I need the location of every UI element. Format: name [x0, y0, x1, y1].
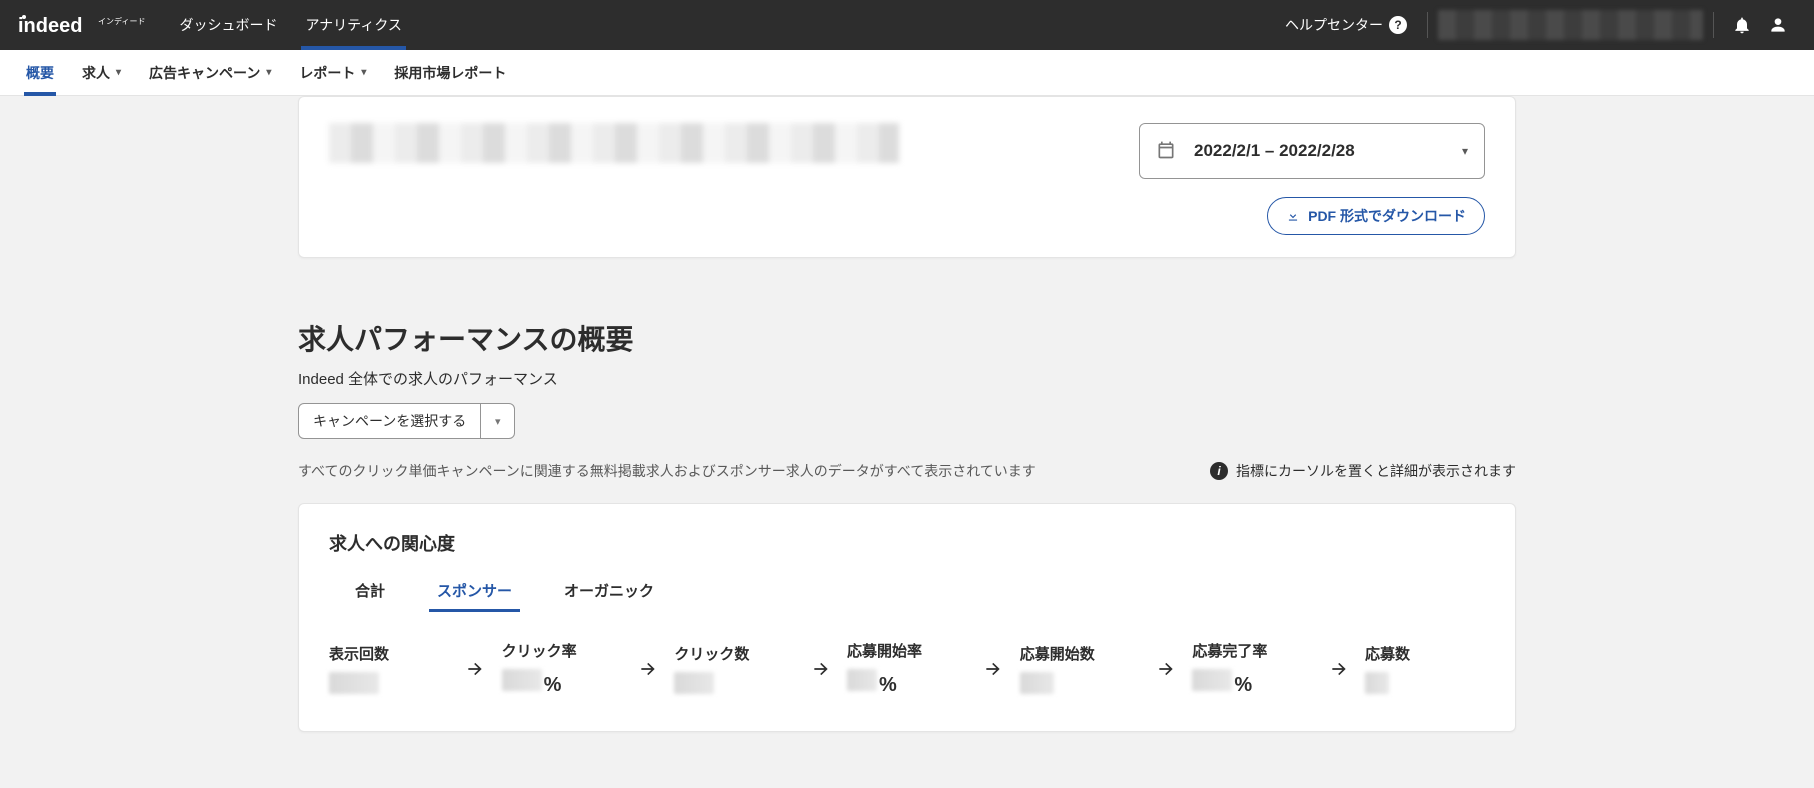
account-menu-button[interactable]: [1760, 7, 1796, 43]
arrow-right-icon: [1154, 654, 1179, 684]
notifications-button[interactable]: [1724, 7, 1760, 43]
download-pdf-label: PDF 形式でダウンロード: [1308, 206, 1466, 226]
bell-icon: [1732, 15, 1752, 35]
chevron-down-icon: ▾: [1462, 144, 1468, 158]
metric-ctr: クリック率 %: [502, 640, 622, 697]
person-icon: [1768, 15, 1788, 35]
campaign-select[interactable]: キャンペーンを選択する ▾: [298, 403, 515, 439]
arrow-right-icon: [981, 654, 1006, 684]
logo[interactable]: indeed インディード: [18, 14, 145, 36]
date-range-text: 2022/2/1 – 2022/2/28: [1194, 141, 1444, 161]
topnav-analytics[interactable]: アナリティクス: [291, 0, 415, 50]
info-icon: i: [1210, 462, 1228, 480]
date-range-picker[interactable]: 2022/2/1 – 2022/2/28 ▾: [1139, 123, 1485, 179]
job-interest-card: 求人への関心度 合計 スポンサー オーガニック 表示回数 クリック率 %: [298, 503, 1516, 732]
section-description: すべてのクリック単価キャンペーンに関連する無料掲載求人およびスポンサー求人のデー…: [298, 461, 1036, 481]
separator: [1713, 12, 1714, 38]
funnel-metrics: 表示回数 クリック率 % クリック数 応募開始率 %: [329, 640, 1485, 697]
metric-apply-start-rate: 応募開始率 %: [847, 640, 967, 697]
download-pdf-button[interactable]: PDF 形式でダウンロード: [1267, 197, 1485, 235]
separator: [1427, 12, 1428, 38]
tab-organic[interactable]: オーガニック: [538, 572, 680, 611]
chevron-down-icon: ▾: [480, 404, 514, 438]
section-subtitle: Indeed 全体での求人のパフォーマンス: [298, 368, 1516, 389]
help-center-label: ヘルプセンター: [1285, 15, 1383, 35]
page-header-card: 2022/2/1 – 2022/2/28 ▾ PDF 形式でダウンロード: [298, 96, 1516, 258]
arrow-right-icon: [463, 654, 488, 684]
svg-text:indeed: indeed: [18, 15, 82, 36]
account-name-redacted[interactable]: [1438, 10, 1703, 40]
metric-value-redacted: [1020, 672, 1054, 694]
tab-total[interactable]: 合計: [329, 572, 411, 611]
performance-section: 求人パフォーマンスの概要 Indeed 全体での求人のパフォーマンス キャンペー…: [298, 318, 1516, 732]
indeed-logo-icon: indeed: [18, 14, 96, 36]
metric-value-redacted: [1365, 672, 1389, 694]
help-center-link[interactable]: ヘルプセンター ?: [1275, 15, 1417, 35]
subnav-overview[interactable]: 概要: [12, 50, 68, 96]
top-nav: indeed インディード ダッシュボード アナリティクス ヘルプセンター ?: [0, 0, 1814, 50]
subnav-market-report[interactable]: 採用市場レポート: [380, 50, 520, 96]
arrow-right-icon: [1326, 654, 1351, 684]
metric-apply-complete-rate: 応募完了率 %: [1192, 640, 1312, 697]
sub-nav: 概要 求人▾ 広告キャンペーン▾ レポート▾ 採用市場レポート: [0, 50, 1814, 96]
topnav-dashboard[interactable]: ダッシュボード: [165, 0, 291, 50]
subnav-jobs[interactable]: 求人▾: [68, 50, 135, 96]
campaign-select-placeholder: キャンペーンを選択する: [299, 411, 480, 431]
section-title: 求人パフォーマンスの概要: [298, 318, 1516, 358]
arrow-right-icon: [808, 654, 833, 684]
page-title-redacted: [329, 123, 899, 163]
metric-clicks: クリック数: [674, 643, 794, 694]
tab-sponsored[interactable]: スポンサー: [411, 572, 538, 611]
metric-apply-starts: 応募開始数: [1020, 643, 1140, 694]
hover-hint-text: 指標にカーソルを置くと詳細が表示されます: [1236, 461, 1516, 481]
interest-card-title: 求人への関心度: [329, 530, 1485, 556]
chevron-down-icon: ▾: [116, 67, 121, 78]
hover-hint: i 指標にカーソルを置くと詳細が表示されます: [1210, 461, 1516, 481]
chevron-down-icon: ▾: [266, 67, 271, 78]
chevron-down-icon: ▾: [361, 67, 366, 78]
metric-impressions: 表示回数: [329, 643, 449, 694]
metric-value-redacted: [847, 669, 877, 691]
interest-tabs: 合計 スポンサー オーガニック: [329, 572, 1485, 612]
metric-applies: 応募数: [1365, 643, 1485, 694]
logo-ruby: インディード: [98, 16, 145, 27]
metric-value-redacted: [502, 669, 542, 691]
subnav-reports[interactable]: レポート▾: [285, 50, 380, 96]
metric-value-redacted: [329, 672, 379, 694]
arrow-right-icon: [636, 654, 661, 684]
metric-value-redacted: [674, 672, 714, 694]
help-icon: ?: [1389, 16, 1407, 34]
subnav-campaigns[interactable]: 広告キャンペーン▾: [135, 50, 285, 96]
download-icon: [1286, 209, 1300, 223]
calendar-icon: [1156, 140, 1176, 163]
metric-value-redacted: [1192, 669, 1232, 691]
